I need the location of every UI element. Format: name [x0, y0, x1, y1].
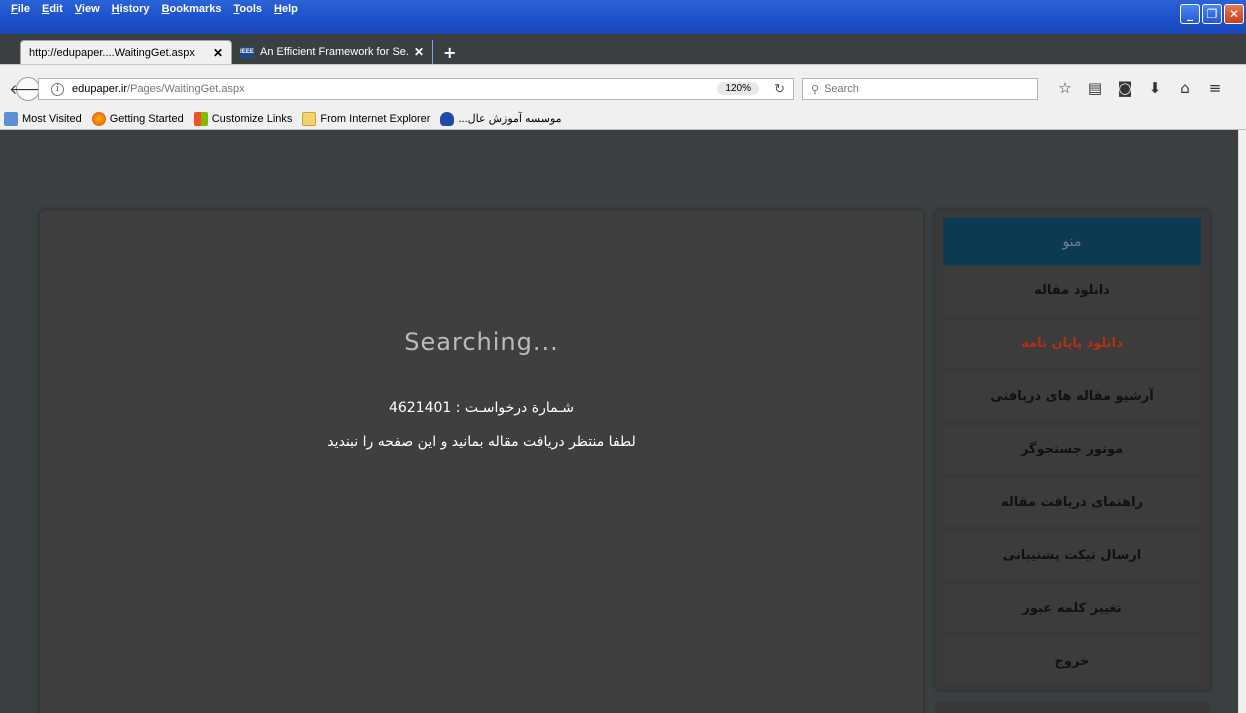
zoom-indicator[interactable]: 120%: [717, 82, 759, 95]
close-window-button[interactable]: ✕: [1224, 4, 1244, 24]
bookmark-label: Most Visited: [22, 112, 82, 125]
menu-tools[interactable]: Tools: [229, 3, 268, 15]
search-placeholder: Search: [824, 83, 859, 95]
reload-icon[interactable]: ↻: [774, 81, 785, 97]
bookmark-customize-links[interactable]: Customize Links: [193, 111, 293, 126]
windows-icon: [193, 111, 208, 126]
search-input[interactable]: ⚲ Search: [802, 78, 1038, 100]
menu-edit[interactable]: Edit: [37, 3, 68, 15]
menu-item-support-ticket[interactable]: ارسال تیکت پشتیبانی: [943, 532, 1201, 579]
menu-file[interactable]: File: [6, 3, 35, 15]
tab-strip: http://edupaper....WaitingGet.aspx ✕ IEE…: [20, 40, 466, 64]
home-icon[interactable]: ⌂: [1170, 79, 1200, 97]
search-icon: ⚲: [811, 83, 820, 96]
url-bar[interactable]: i edupaper.ir/Pages/WaitingGet.aspx 120%…: [38, 78, 794, 100]
reading-list-icon[interactable]: ▤: [1080, 79, 1110, 97]
folder-icon: [302, 111, 317, 126]
bookmark-most-visited[interactable]: Most Visited: [4, 111, 82, 126]
restore-button[interactable]: ❐: [1202, 4, 1222, 24]
main-panel: Searching... شـمارة درخواسـت : 4621401 ل…: [40, 210, 923, 713]
bookmark-getting-started[interactable]: Getting Started: [91, 111, 184, 126]
bookmark-label: Customize Links: [211, 112, 293, 125]
window-titlebar: File Edit View History Bookmarks Tools H…: [0, 0, 1246, 34]
institute-icon: [440, 111, 455, 126]
menu-item-search-engine[interactable]: موتور جستجوگر: [943, 426, 1201, 473]
bookmarks-toolbar: Most Visited Getting Started Customize L…: [0, 108, 1246, 130]
window-controls: _ ❐ ✕: [1180, 4, 1244, 24]
pocket-icon[interactable]: ◙: [1110, 79, 1140, 97]
wait-message: لطفا منتظر دریافت مقاله بمانید و این صفح…: [327, 434, 636, 450]
ieee-favicon-icon: IEEE: [240, 46, 254, 58]
most-visited-icon: [4, 111, 18, 126]
site-info-icon[interactable]: i: [51, 82, 64, 96]
firefox-icon: [91, 111, 106, 126]
tab-ieee-paper[interactable]: IEEE An Efficient Framework for Se... ✕: [232, 40, 432, 64]
menu-item-download-thesis[interactable]: دانلود پایان نامه: [943, 320, 1201, 367]
menu-item-download-paper[interactable]: دانلود مقاله: [943, 267, 1201, 314]
back-button[interactable]: 🡐: [9, 77, 47, 101]
vertical-scrollbar[interactable]: [1238, 130, 1246, 713]
minimize-button[interactable]: _: [1180, 4, 1200, 24]
menu-bar: File Edit View History Bookmarks Tools H…: [6, 3, 303, 15]
toolbar-icons: ☆ ▤ ◙ ⬇ ⌂ ≡: [1050, 79, 1230, 97]
menu-view[interactable]: View: [70, 3, 105, 15]
tab-title: An Efficient Framework for Se...: [260, 46, 408, 58]
menu-item-change-password[interactable]: تغییر کلمه عبور: [943, 585, 1201, 632]
url-host: edupaper.ir: [72, 83, 128, 95]
menu-item-logout[interactable]: خروج: [943, 638, 1201, 685]
bookmark-label: From Internet Explorer: [320, 112, 431, 125]
bookmark-label: Getting Started: [109, 112, 184, 125]
menu-history[interactable]: History: [107, 3, 155, 15]
side-panel-secondary: [935, 702, 1210, 713]
close-tab-icon[interactable]: ✕: [213, 46, 223, 60]
bookmark-from-ie[interactable]: From Internet Explorer: [302, 111, 431, 126]
navigation-toolbar: 🡐 i edupaper.ir/Pages/WaitingGet.aspx 12…: [0, 64, 1246, 108]
page-viewport: Searching... شـمارة درخواسـت : 4621401 ل…: [8, 130, 1238, 713]
searching-status: Searching...: [404, 328, 559, 356]
menu-header: منو: [943, 218, 1201, 265]
bookmark-institute[interactable]: ...موسسه آموزش عال: [440, 111, 562, 126]
menu-bookmarks[interactable]: Bookmarks: [157, 3, 227, 15]
request-number: شـمارة درخواسـت : 4621401: [388, 400, 575, 416]
bookmark-label: ...موسسه آموزش عال: [458, 113, 562, 125]
bookmark-star-icon[interactable]: ☆: [1050, 79, 1080, 97]
menu-item-archive[interactable]: آرشیو مقاله های دریافتی: [943, 373, 1201, 420]
new-tab-button[interactable]: +: [432, 40, 466, 64]
hamburger-menu-icon[interactable]: ≡: [1200, 79, 1230, 97]
downloads-icon[interactable]: ⬇: [1140, 79, 1170, 97]
tab-waitingget[interactable]: http://edupaper....WaitingGet.aspx ✕: [20, 40, 232, 64]
close-tab-icon[interactable]: ✕: [414, 45, 424, 59]
tab-title: http://edupaper....WaitingGet.aspx: [29, 46, 195, 59]
menu-item-guide[interactable]: راهنمای دریافت مقاله: [943, 479, 1201, 526]
url-path: /Pages/WaitingGet.aspx: [127, 83, 245, 95]
menu-help[interactable]: Help: [269, 3, 303, 15]
side-menu: منو دانلود مقاله دانلود پایان نامه آرشیو…: [935, 210, 1210, 690]
